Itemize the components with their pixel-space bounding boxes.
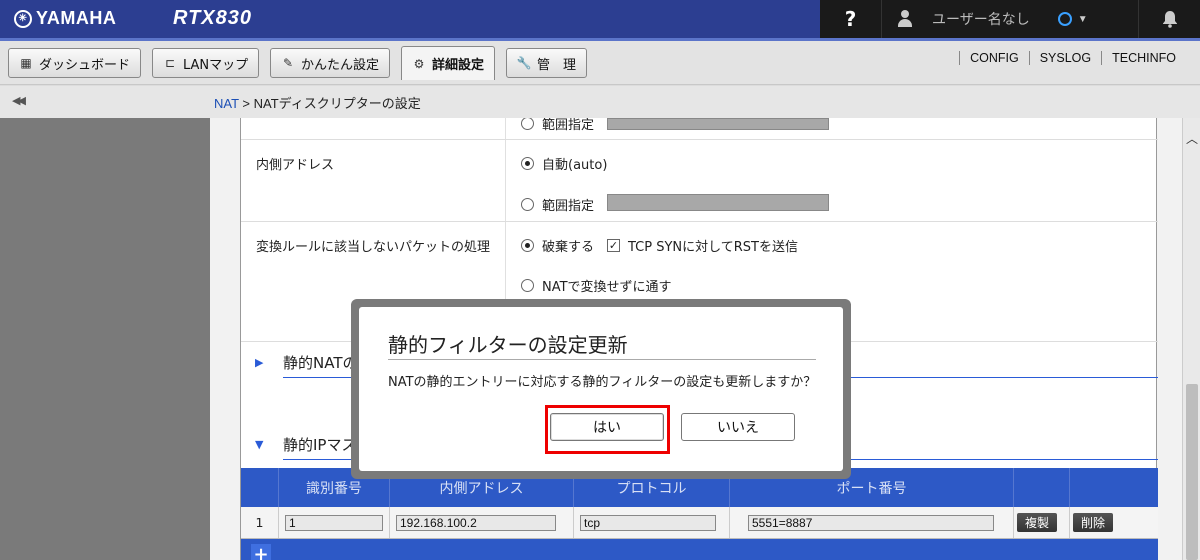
dialog-message: NATの静的エントリーに対応する静的フィルターの設定も更新しますか？ bbox=[388, 375, 817, 390]
radio-button[interactable] bbox=[521, 279, 534, 292]
yamaha-logo: ✳ YAMAHA bbox=[14, 8, 116, 29]
techinfo-link[interactable]: TECHINFO bbox=[1101, 51, 1186, 65]
help-icon: ? bbox=[844, 7, 857, 31]
vertical-scrollbar[interactable]: ︿ bbox=[1182, 118, 1200, 560]
tab-label: ダッシュボード bbox=[39, 57, 131, 73]
tab-lanmap[interactable]: ⊏ LANマップ bbox=[152, 48, 260, 78]
yes-button[interactable]: はい bbox=[550, 413, 664, 441]
tab-management[interactable]: 🔧 管 理 bbox=[506, 48, 588, 78]
model-name: RTX830 bbox=[173, 7, 253, 29]
user-menu[interactable]: ユーザー名なし ▼ bbox=[882, 0, 1138, 38]
confirm-dialog-frame: 静的フィルターの設定更新 NATの静的エントリーに対応する静的フィルターの設定も… bbox=[351, 299, 851, 479]
breadcrumb-bar: ◀◀ NAT > NATディスクリプターの設定 bbox=[0, 86, 1200, 118]
inner-range-option[interactable]: 範囲指定 bbox=[521, 195, 594, 214]
tab-label: 詳細設定 bbox=[432, 58, 485, 73]
bell-icon bbox=[1162, 11, 1177, 28]
table-row: 1 1 192.168.100.2 tcp 5551=8887 複製 削除 bbox=[241, 507, 1158, 539]
ipmasq-table: 識別番号 内側アドレス プロトコル ポート番号 1 1 192.168.100.… bbox=[241, 468, 1158, 560]
radio-button[interactable] bbox=[521, 118, 534, 130]
inner-address-label: 内側アドレス bbox=[256, 158, 335, 173]
scroll-up-icon[interactable]: ︿ bbox=[1186, 130, 1198, 147]
section-title: 静的IPマス bbox=[283, 436, 357, 454]
tab-label: かんたん設定 bbox=[301, 57, 380, 73]
status-ring-icon bbox=[1057, 12, 1072, 26]
port-input[interactable]: 5551=8887 bbox=[748, 514, 994, 531]
radio-button[interactable] bbox=[521, 198, 534, 211]
top-header: ✳ YAMAHA RTX830 ? ユーザー名なし ▼ bbox=[0, 0, 1200, 38]
confirm-dialog: 静的フィルターの設定更新 NATの静的エントリーに対応する静的フィルターの設定も… bbox=[359, 307, 843, 471]
tab-label: 管 理 bbox=[537, 57, 577, 73]
tcp-syn-rst-option[interactable]: ✓ TCP SYNに対してRSTを送信 bbox=[607, 236, 798, 255]
delete-button[interactable]: 削除 bbox=[1073, 513, 1114, 532]
help-button[interactable]: ? bbox=[820, 0, 882, 38]
protocol-input[interactable]: tcp bbox=[580, 514, 716, 531]
lanmap-icon: ⊏ bbox=[164, 56, 176, 70]
tab-label: LANマップ bbox=[183, 57, 249, 73]
radio-button[interactable] bbox=[521, 157, 534, 170]
main-nav: ▦ ダッシュボード ⊏ LANマップ ✎ かんたん設定 ⚙ 詳細設定 🔧 管 理… bbox=[0, 41, 1200, 85]
expand-arrow-icon[interactable]: ▶ bbox=[255, 356, 263, 369]
breadcrumb-current: > NATディスクリプターの設定 bbox=[238, 96, 421, 111]
yamaha-tuning-fork-icon: ✳ bbox=[14, 9, 32, 28]
wrench-icon: 🔧 bbox=[516, 56, 532, 70]
column-header bbox=[241, 468, 279, 507]
tab-dashboard[interactable]: ▦ ダッシュボード bbox=[8, 48, 142, 78]
user-toolbar: ? ユーザー名なし ▼ bbox=[820, 0, 1200, 38]
unmatched-packet-label: 変換ルールに該当しないパケットの処理 bbox=[256, 240, 491, 255]
option-label: 範囲指定 bbox=[542, 199, 595, 214]
outer-range-input bbox=[607, 118, 829, 130]
discard-option[interactable]: 破棄する bbox=[521, 236, 594, 255]
inner-auto-option[interactable]: 自動(auto) bbox=[521, 154, 607, 173]
collapse-sidebar-icon[interactable]: ◀◀ bbox=[12, 94, 26, 107]
add-row-button[interactable]: + bbox=[251, 544, 271, 560]
section-title: 静的NATの bbox=[283, 354, 358, 372]
row-index: 1 bbox=[241, 507, 279, 538]
notification-button[interactable] bbox=[1138, 0, 1200, 38]
option-label: 自動(auto) bbox=[542, 158, 608, 173]
inner-address-input[interactable]: 192.168.100.2 bbox=[396, 514, 556, 531]
tab-easy-setup[interactable]: ✎ かんたん設定 bbox=[270, 48, 391, 78]
breadcrumb: NAT > NATディスクリプターの設定 bbox=[214, 93, 421, 112]
inner-range-input bbox=[607, 194, 829, 211]
option-label: TCP SYNに対してRSTを送信 bbox=[628, 240, 798, 255]
sidebar bbox=[0, 118, 210, 560]
syslog-link[interactable]: SYSLOG bbox=[1028, 51, 1101, 65]
tab-advanced-settings[interactable]: ⚙ 詳細設定 bbox=[401, 46, 496, 80]
copy-button[interactable]: 複製 bbox=[1017, 513, 1058, 532]
pass-through-option[interactable]: NATで変換せずに通す bbox=[521, 276, 672, 295]
radio-button[interactable] bbox=[521, 239, 534, 252]
option-label: 範囲指定 bbox=[542, 118, 595, 133]
checkbox[interactable]: ✓ bbox=[607, 239, 620, 252]
header-links: CONFIG SYSLOG TECHINFO bbox=[959, 51, 1186, 65]
outer-address-range-row: 範囲指定 bbox=[241, 118, 1158, 140]
gear-icon: ⚙ bbox=[413, 56, 425, 71]
outer-range-option[interactable]: 範囲指定 bbox=[521, 118, 594, 133]
column-header bbox=[1014, 468, 1070, 507]
dialog-divider bbox=[388, 359, 816, 360]
breadcrumb-link-nat[interactable]: NAT bbox=[214, 96, 239, 111]
collapse-arrow-icon[interactable]: ▼ bbox=[255, 438, 263, 451]
chevron-down-icon[interactable]: ▼ bbox=[1078, 14, 1088, 25]
no-button[interactable]: いいえ bbox=[681, 413, 795, 441]
option-label: 破棄する bbox=[542, 240, 595, 255]
wizard-icon: ✎ bbox=[282, 56, 294, 70]
user-icon bbox=[898, 10, 912, 28]
user-name: ユーザー名なし bbox=[932, 11, 1030, 27]
brand-name: YAMAHA bbox=[36, 8, 117, 28]
column-header bbox=[1070, 468, 1158, 507]
dashboard-icon: ▦ bbox=[20, 56, 32, 70]
id-input[interactable]: 1 bbox=[285, 514, 383, 531]
scrollbar-thumb[interactable] bbox=[1186, 384, 1198, 560]
table-footer: + bbox=[241, 539, 1158, 560]
config-link[interactable]: CONFIG bbox=[959, 51, 1029, 65]
option-label: NATで変換せずに通す bbox=[542, 280, 672, 295]
inner-address-row: 内側アドレス 自動(auto) 範囲指定 bbox=[241, 140, 1158, 222]
dialog-title: 静的フィルターの設定更新 bbox=[388, 333, 628, 357]
